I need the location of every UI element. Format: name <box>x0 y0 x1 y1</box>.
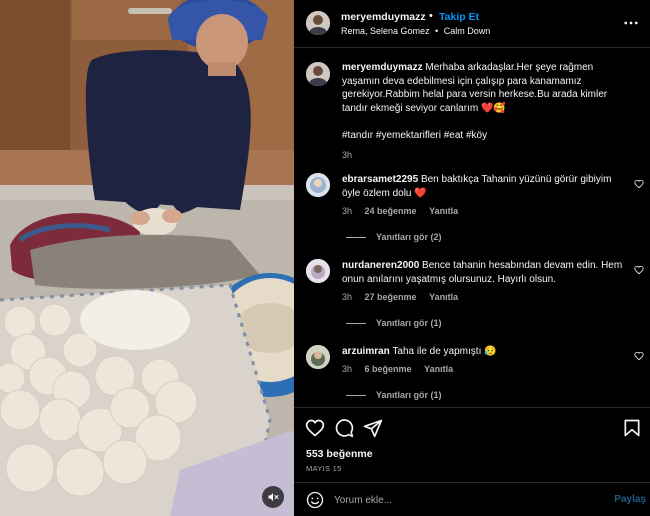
heart-icon[interactable] <box>305 418 325 438</box>
comment-body: ebrarsamet2295 Ben baktıkça Tahanin yüzü… <box>342 173 627 200</box>
separator-dot: • <box>429 10 433 22</box>
view-replies-button[interactable]: Yanıtları gör (2) <box>346 232 442 242</box>
mute-button[interactable] <box>262 486 284 508</box>
post-header: meryemduymazz • Takip Et Rema, Selena Go… <box>294 0 650 48</box>
comment-meta: 3h 24 beğenme Yanıtla <box>342 206 458 216</box>
comment-meta: 3h 6 beğenme Yanıtla <box>342 364 453 374</box>
avatar-image <box>306 345 330 369</box>
audio-track: Calm Down <box>443 26 491 36</box>
view-replies-button[interactable]: Yanıtları gör (1) <box>346 318 442 328</box>
post-panel: meryemduymazz • Takip Et Rema, Selena Go… <box>294 0 650 516</box>
comment-time: 3h <box>342 364 353 374</box>
follow-button[interactable]: Takip Et <box>439 11 479 23</box>
view-replies-label: Yanıtları gör (1) <box>376 318 442 328</box>
view-replies-label: Yanıtları gör (1) <box>376 390 442 400</box>
caption-time: 3h <box>342 149 353 160</box>
post-author-username[interactable]: meryemduymazz <box>341 11 426 23</box>
video-frame <box>0 0 294 516</box>
comment-likes[interactable]: 27 beğenme <box>365 292 417 302</box>
share-icon[interactable] <box>363 418 383 438</box>
avatar-image <box>306 62 330 86</box>
caption-hashtags[interactable]: #tandır #yemektarifleri #eat #köy <box>342 129 632 143</box>
view-replies-label: Yanıtları gör (2) <box>376 232 442 242</box>
heart-icon[interactable] <box>634 351 644 361</box>
speaker-muted-icon <box>268 493 279 501</box>
more-horizontal-icon <box>624 21 638 25</box>
comment-time: 3h <box>342 206 353 216</box>
comments-list[interactable]: meryemduymazz Merhaba arkadaşlar.Her şey… <box>294 49 650 407</box>
comment-body: arzuimran Taha ile de yapmıştı 😥 <box>342 345 627 359</box>
comment-text: Taha ile de yapmıştı 😥 <box>392 346 497 357</box>
post-caption: meryemduymazz Merhaba arkadaşlar.Her şey… <box>342 61 632 162</box>
avatar-image <box>306 259 330 283</box>
more-options-button[interactable] <box>622 14 640 32</box>
comment-meta: 3h 27 beğenme Yanıtla <box>342 292 458 302</box>
add-comment-bar: Paylaş <box>294 482 650 516</box>
caption-username[interactable]: meryemduymazz <box>342 62 423 73</box>
audio-separator: • <box>435 26 439 36</box>
comment-avatar[interactable] <box>306 173 330 197</box>
emoji-icon[interactable] <box>306 491 324 509</box>
comment-body: nurdaneren2000 Bence tahanin hesabından … <box>342 259 627 286</box>
avatar-image <box>306 173 330 197</box>
avatar[interactable] <box>306 11 330 35</box>
audio-artist: Rema, Selena Gomez <box>341 26 430 36</box>
audio-info[interactable]: Rema, Selena Gomez • Calm Down <box>341 26 493 36</box>
heart-icon[interactable] <box>634 265 644 275</box>
comment-likes[interactable]: 6 beğenme <box>365 364 412 374</box>
comment-time: 3h <box>342 292 353 302</box>
reply-button[interactable]: Yanıtla <box>429 292 458 302</box>
comment-likes[interactable]: 24 beğenme <box>365 206 417 216</box>
view-replies-button[interactable]: Yanıtları gör (1) <box>346 390 442 400</box>
comment-input[interactable] <box>334 489 594 511</box>
comment-username[interactable]: arzuimran <box>342 346 390 357</box>
reply-button[interactable]: Yanıtla <box>424 364 453 374</box>
likes-count[interactable]: 553 beğenme <box>306 448 373 460</box>
action-bar: 553 beğenme MAYIS 15 <box>294 407 650 481</box>
replies-divider <box>346 394 366 396</box>
caption-avatar[interactable] <box>306 62 330 86</box>
replies-divider <box>346 322 366 324</box>
replies-divider <box>346 236 366 238</box>
comment-avatar[interactable] <box>306 345 330 369</box>
post-date: MAYIS 15 <box>306 464 342 473</box>
comment-username[interactable]: ebrarsamet2295 <box>342 174 418 185</box>
post-video[interactable] <box>0 0 294 516</box>
bookmark-icon[interactable] <box>622 418 642 438</box>
comment-username[interactable]: nurdaneren2000 <box>342 260 419 271</box>
avatar-image <box>306 11 330 35</box>
reply-button[interactable]: Yanıtla <box>429 206 458 216</box>
heart-icon[interactable] <box>634 179 644 189</box>
post-comment-button[interactable]: Paylaş <box>614 494 646 505</box>
comment-avatar[interactable] <box>306 259 330 283</box>
comment-icon[interactable] <box>334 418 354 438</box>
